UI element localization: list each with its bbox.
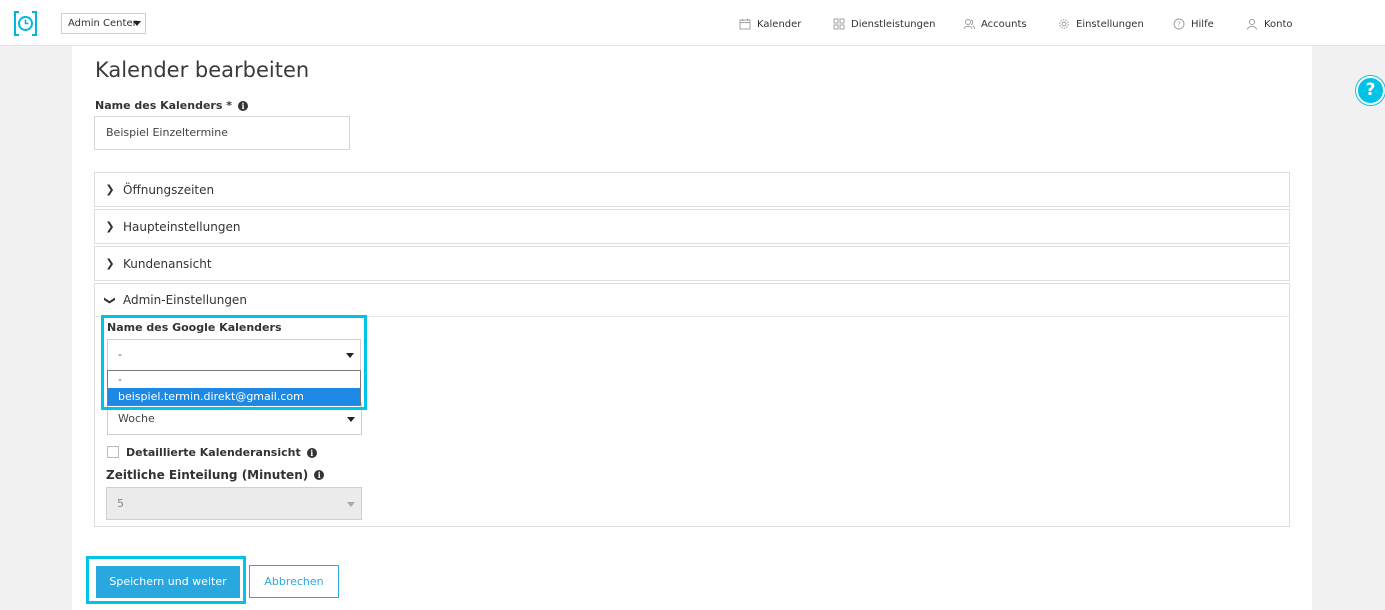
detail-view-label-text: Detaillierte Kalenderansicht <box>126 446 301 459</box>
gear-icon <box>1059 19 1069 29</box>
info-icon[interactable]: i <box>306 447 317 458</box>
nav-item-konto[interactable]: Konto <box>1246 16 1293 32</box>
nav-label: Dienstleistungen <box>851 18 936 30</box>
chevron-down-icon <box>347 502 355 507</box>
nav-item-einstellungen[interactable]: Einstellungen <box>1058 16 1144 32</box>
detail-view-label: Detaillierte Kalenderansicht i <box>126 446 317 459</box>
chevron-right-icon: ❯ <box>105 183 115 196</box>
grid-icon <box>833 18 845 30</box>
svg-text:?: ? <box>1177 21 1181 29</box>
calendar-icon <box>739 19 751 30</box>
nav-item-dienstleistungen[interactable]: Dienstleistungen <box>833 16 935 32</box>
highlight-frame <box>86 556 246 604</box>
interval-select: 5 <box>106 487 362 520</box>
panel-admin-header[interactable]: ❯ Admin-Einstellungen <box>95 284 1289 317</box>
highlight-frame <box>101 315 367 410</box>
users-icon <box>963 19 975 30</box>
cancel-button[interactable]: Abbrechen <box>249 565 339 598</box>
panel-kundenansicht[interactable]: ❯ Kundenansicht <box>94 246 1290 281</box>
panel-label: Admin-Einstellungen <box>123 293 247 307</box>
nav-label: Konto <box>1264 18 1293 30</box>
chevron-right-icon: ❯ <box>105 257 115 270</box>
calendar-name-label-text: Name des Kalenders <box>95 99 223 112</box>
chevron-down-icon <box>347 417 355 422</box>
interval-label: Zeitliche Einteilung (Minuten) i <box>106 468 325 482</box>
info-icon[interactable]: i <box>238 100 249 111</box>
calendar-name-label: Name des Kalenders * i <box>95 99 249 112</box>
nav-label: Kalender <box>757 18 802 30</box>
required-marker: * <box>226 99 233 112</box>
center-select[interactable]: Admin Center <box>61 13 146 34</box>
center-select-value: Admin Center <box>68 18 137 29</box>
user-icon <box>1247 18 1257 30</box>
question-icon: ? <box>1173 18 1185 30</box>
interval-value: 5 <box>117 497 124 510</box>
chevron-down-icon <box>133 21 141 26</box>
info-icon[interactable]: i <box>314 470 325 480</box>
top-bar: Admin Center Kalender Dienstleistungen A… <box>0 0 1385 46</box>
nav-label: Accounts <box>981 18 1027 30</box>
nav-label: Einstellungen <box>1076 18 1144 30</box>
detail-view-checkbox[interactable] <box>107 446 119 458</box>
panel-label: Öffnungszeiten <box>123 182 215 197</box>
chevron-right-icon: ❯ <box>105 220 115 233</box>
interval-label-text: Zeitliche Einteilung (Minuten) <box>106 468 309 482</box>
calendar-name-input[interactable]: Beispiel Einzeltermine <box>94 116 350 150</box>
panel-oeffnungszeiten[interactable]: ❯ Öffnungszeiten <box>94 172 1290 207</box>
clock-logo-icon[interactable] <box>13 11 38 36</box>
chevron-down-icon: ❯ <box>103 295 117 305</box>
nav-label: Hilfe <box>1191 18 1214 30</box>
panel-haupteinstellungen[interactable]: ❯ Haupteinstellungen <box>94 209 1290 244</box>
panel-label: Kundenansicht <box>123 256 212 271</box>
page-title: Kalender bearbeiten <box>95 58 310 82</box>
nav-item-accounts[interactable]: Accounts <box>963 16 1027 32</box>
nav-item-hilfe[interactable]: ? Hilfe <box>1173 16 1214 32</box>
nav-item-kalender[interactable]: Kalender <box>739 16 801 32</box>
help-bubble-icon[interactable]: ? <box>1356 76 1385 105</box>
panel-label: Haupteinstellungen <box>123 219 241 234</box>
view-select-value: Woche <box>118 412 155 425</box>
